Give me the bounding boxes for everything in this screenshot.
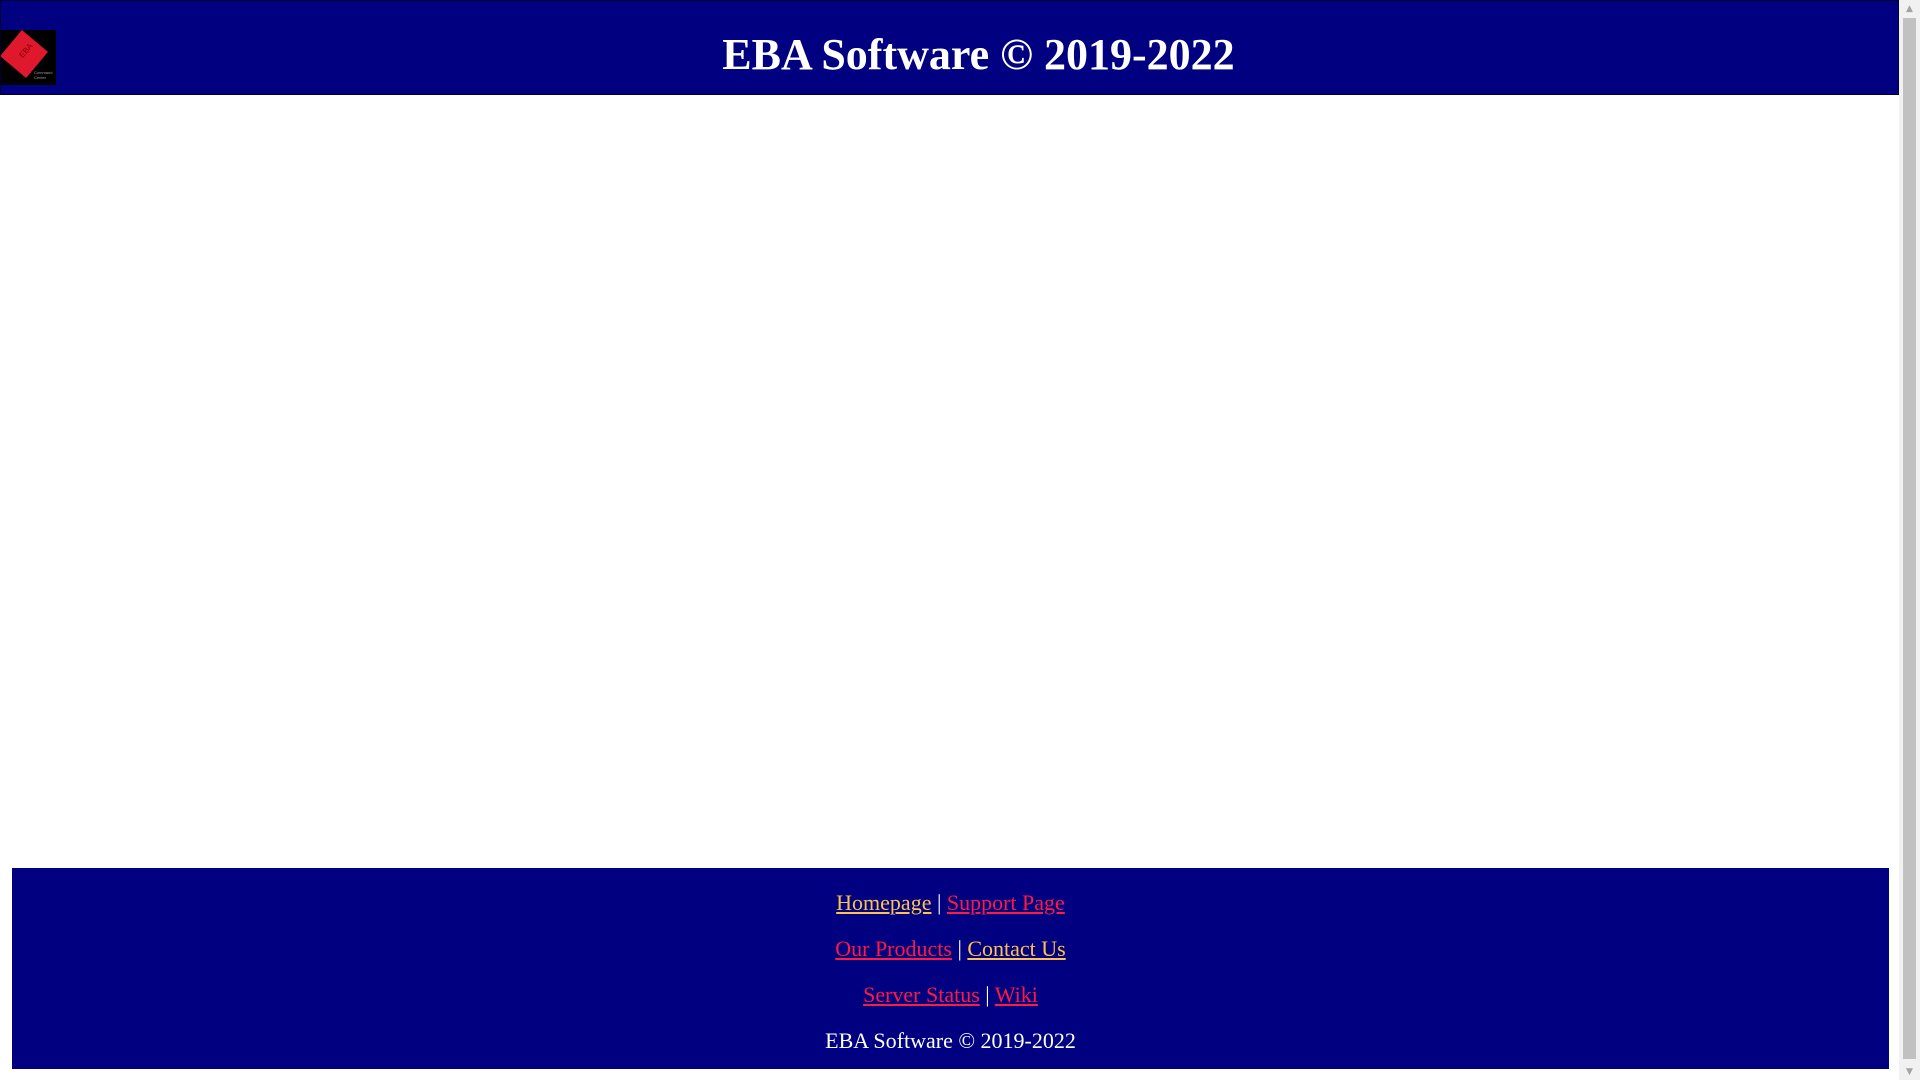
site-header: EBA Command Center EBA Software © 2019-2… — [0, 0, 1899, 95]
footer-copyright: EBA Software © 2019-2022 — [825, 1028, 1076, 1053]
footer-separator: | — [985, 982, 990, 1007]
chevron-down-icon[interactable]: ▼ — [1899, 1063, 1920, 1080]
contact-us-link[interactable]: Contact Us — [967, 936, 1065, 961]
footer-separator: | — [957, 936, 962, 961]
chevron-up-icon[interactable]: ▲ — [1899, 0, 1920, 17]
homepage-link[interactable]: Homepage — [836, 890, 931, 915]
footer-row-3: Server Status | Wiki — [12, 981, 1889, 1009]
vertical-scrollbar[interactable]: ▲ ▼ — [1899, 0, 1920, 1080]
site-footer: Homepage | Support Page Our Products | C… — [12, 868, 1889, 1069]
wiki-link[interactable]: Wiki — [995, 982, 1038, 1007]
page: EBA Command Center EBA Software © 2019-2… — [0, 0, 1920, 1080]
scrollbar-thumb[interactable] — [1903, 18, 1916, 1059]
footer-row-1: Homepage | Support Page — [12, 889, 1889, 917]
our-products-link[interactable]: Our Products — [835, 936, 952, 961]
server-status-link[interactable]: Server Status — [863, 982, 980, 1007]
footer-separator: | — [936, 890, 942, 915]
footer-row-2: Our Products | Contact Us — [12, 935, 1889, 963]
support-page-link[interactable]: Support Page — [947, 890, 1065, 915]
page-title: EBA Software © 2019-2022 — [722, 30, 1235, 79]
